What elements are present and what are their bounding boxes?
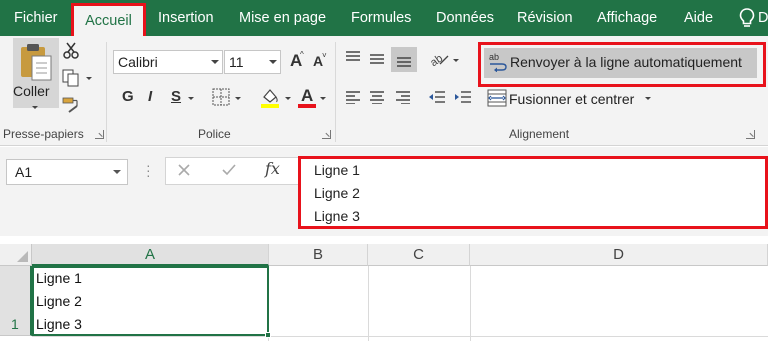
align-top-icon[interactable] [345,50,361,64]
fill-color-dropdown-arrow[interactable] [285,97,291,100]
chevron-down-icon [113,170,121,174]
shrink-font-caret-icon: ˅ [322,51,327,60]
cell-a1-line-2: Ligne 2 [36,293,82,309]
name-box[interactable]: A1 [6,159,128,185]
merge-center-icon[interactable] [487,89,507,107]
merge-dropdown-arrow[interactable] [645,97,651,100]
alignment-launcher-icon[interactable] [746,130,755,139]
italic-button[interactable]: I [148,88,152,105]
select-all-button[interactable] [0,244,32,266]
align-bottom-button[interactable] [391,47,417,72]
column-header-d[interactable]: D [470,244,768,266]
font-launcher-icon[interactable] [322,130,331,139]
column-header-b[interactable]: B [269,244,368,266]
font-color-dropdown-arrow[interactable] [320,97,326,100]
grid-line [470,266,471,341]
font-color-swatch [298,104,316,108]
font-color-button[interactable]: A [301,86,313,106]
grow-font-caret-icon: ^ [300,50,304,59]
borders-dropdown-arrow[interactable] [235,97,241,100]
merge-center-label[interactable]: Fusionner et centrer [509,91,634,107]
font-size-value: 11 [229,54,244,70]
clipboard-launcher-icon[interactable] [95,130,104,139]
menu-fichier[interactable]: Fichier [14,0,58,36]
decrease-indent-icon[interactable] [428,90,446,105]
align-center-icon[interactable] [369,90,385,104]
group-separator [335,42,336,142]
menu-bar: Fichier Accueil Insertion Mise en page F… [0,0,768,36]
font-name-value: Calibri [118,54,158,70]
paste-dropdown-arrow[interactable] [32,106,38,109]
paste-icon [21,44,52,81]
cell-a1-line-1: Ligne 1 [36,270,82,286]
menu-formules[interactable]: Formules [351,0,411,36]
bold-button[interactable]: G [122,88,134,105]
orientation-dropdown-arrow[interactable] [453,59,459,62]
formula-line-1: Ligne 1 [314,162,360,178]
fill-handle[interactable] [265,332,271,338]
lightbulb-icon[interactable] [738,8,756,28]
underline-button[interactable]: S [171,88,181,105]
cancel-icon[interactable] [177,163,191,177]
name-box-value: A1 [15,164,33,180]
align-middle-icon[interactable] [369,52,385,66]
cut-icon[interactable] [62,42,80,60]
cell-a1-line-3: Ligne 3 [36,316,82,332]
chevron-down-icon [211,60,219,64]
formula-line-3: Ligne 3 [314,208,360,224]
chevron-down-icon [269,60,277,64]
copy-icon[interactable] [62,69,80,87]
menu-insertion[interactable]: Insertion [158,0,214,36]
formula-bar-grip-icon[interactable]: · · · [146,158,151,182]
increase-indent-icon[interactable] [454,90,472,105]
orientation-icon[interactable]: ab [428,50,450,68]
align-left-icon[interactable] [345,90,361,104]
grid-line [368,266,369,341]
formula-line-2: Ligne 2 [314,185,360,201]
grid-line [32,336,768,337]
align-bottom-icon [397,57,411,67]
menu-aide[interactable]: Aide [684,0,713,36]
underline-dropdown-arrow[interactable] [188,97,194,100]
formula-input[interactable] [298,156,768,229]
format-painter-icon[interactable] [62,96,80,114]
copy-dropdown-arrow[interactable] [86,77,92,80]
font-name-combo[interactable]: Calibri [113,50,223,74]
clipboard-group-label: Presse-papiers [3,127,84,141]
font-group-label: Police [198,127,231,141]
tell-me-label[interactable]: D [758,0,768,36]
fill-color-icon[interactable] [259,86,281,108]
enter-icon[interactable] [221,163,237,177]
column-header-a[interactable]: A [32,244,269,266]
menu-donnees[interactable]: Données [436,0,494,36]
menu-revision[interactable]: Révision [517,0,573,36]
column-header-c[interactable]: C [368,244,470,266]
menu-affichage[interactable]: Affichage [597,0,657,36]
wrap-text-highlight-box [478,42,766,87]
align-right-icon[interactable] [395,90,411,104]
font-size-combo[interactable]: 11 [224,50,281,74]
insert-function-button[interactable]: fx [265,159,280,178]
borders-icon[interactable] [212,88,230,106]
row-header-1[interactable]: 1 [0,266,32,336]
row-number: 1 [11,316,19,332]
group-separator [106,42,107,142]
alignment-group-label: Alignement [509,127,570,141]
paste-label[interactable]: Coller [13,83,50,99]
menu-accueil[interactable]: Accueil [71,3,146,36]
svg-text:ab: ab [428,52,445,68]
menu-mise-en-page[interactable]: Mise en page [239,0,326,36]
